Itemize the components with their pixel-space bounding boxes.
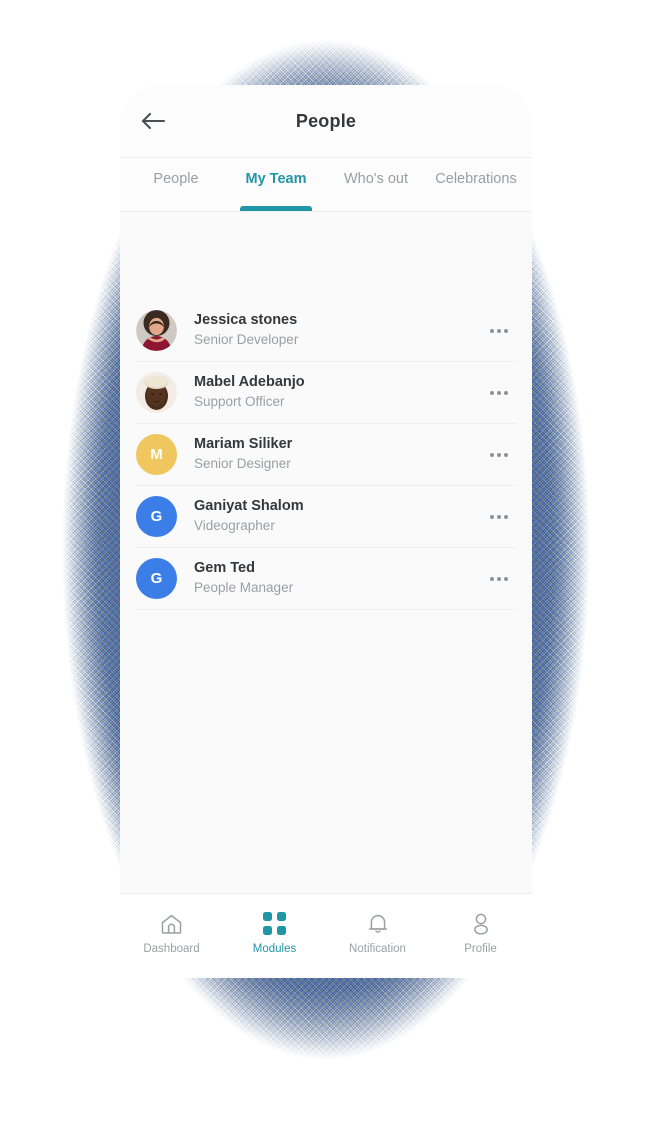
person-info: Gem Ted People Manager xyxy=(194,559,482,597)
table-row[interactable]: G Gem Ted People Manager xyxy=(135,548,517,610)
tab-bar: People My Team Who's out Celebrations xyxy=(120,158,532,212)
tab-my-team[interactable]: My Team xyxy=(226,158,326,211)
more-options-icon[interactable] xyxy=(482,314,516,348)
person-info: Jessica stones Senior Developer xyxy=(194,311,482,349)
person-role: Support Officer xyxy=(194,393,285,409)
more-options-icon[interactable] xyxy=(482,500,516,534)
tab-whos-out[interactable]: Who's out xyxy=(326,158,426,211)
avatar-initial: G xyxy=(150,570,163,587)
table-row[interactable]: G Ganiyat Shalom Videographer xyxy=(135,486,517,548)
bell-icon xyxy=(367,912,389,936)
tab-label: My Team xyxy=(245,171,307,187)
back-button[interactable] xyxy=(132,100,174,142)
people-list: Jessica stones Senior Developer Mabel Ad… xyxy=(120,212,532,893)
more-options-icon[interactable] xyxy=(482,438,516,472)
more-options-icon[interactable] xyxy=(482,562,516,596)
table-row[interactable]: Mabel Adebanjo Support Officer xyxy=(135,362,517,424)
person-name: Mabel Adebanjo xyxy=(194,374,305,391)
tab-label: Who's out xyxy=(343,171,409,187)
nav-label: Dashboard xyxy=(143,942,200,955)
nav-label: Profile xyxy=(464,942,497,955)
nav-item-dashboard[interactable]: Dashboard xyxy=(120,912,223,955)
person-name: Ganiyat Shalom xyxy=(194,498,304,515)
phone-screen: People People My Team Who's out Celebrat… xyxy=(120,85,532,978)
person-name: Mariam Siliker xyxy=(194,436,293,453)
person-info: Mabel Adebanjo Support Officer xyxy=(194,373,482,411)
table-row[interactable]: Jessica stones Senior Developer xyxy=(135,300,517,362)
nav-label: Notification xyxy=(349,942,406,955)
avatar: G xyxy=(136,558,177,599)
avatar xyxy=(136,310,177,351)
person-info: Ganiyat Shalom Videographer xyxy=(194,497,482,535)
person-icon xyxy=(470,912,492,936)
grid-icon xyxy=(263,912,286,936)
nav-item-modules[interactable]: Modules xyxy=(223,912,326,955)
person-info: Mariam Siliker Senior Designer xyxy=(194,435,482,473)
avatar-initial: M xyxy=(150,446,163,463)
person-role: Senior Designer xyxy=(194,455,291,471)
avatar xyxy=(136,372,177,413)
more-options-icon[interactable] xyxy=(482,376,516,410)
tab-underline xyxy=(240,206,312,211)
tab-label: Celebrations xyxy=(435,171,517,187)
nav-item-profile[interactable]: Profile xyxy=(429,912,532,955)
nav-item-notification[interactable]: Notification xyxy=(326,912,429,955)
nav-label: Modules xyxy=(252,942,297,955)
arrow-left-icon xyxy=(140,111,166,131)
table-row[interactable]: M Mariam Siliker Senior Designer xyxy=(135,424,517,486)
avatar-initial: G xyxy=(150,508,163,525)
app-header: People xyxy=(120,85,532,158)
tab-label: People xyxy=(153,171,199,187)
person-role: Senior Developer xyxy=(194,331,299,347)
person-name: Gem Ted xyxy=(194,560,255,577)
person-role: People Manager xyxy=(194,579,294,595)
avatar: G xyxy=(136,496,177,537)
person-role: Videographer xyxy=(194,517,275,533)
person-name: Jessica stones xyxy=(194,312,298,329)
page-title: People xyxy=(295,110,357,131)
home-icon xyxy=(160,912,183,936)
avatar: M xyxy=(136,434,177,475)
tab-celebrations[interactable]: Celebrations xyxy=(426,158,526,211)
tab-people[interactable]: People xyxy=(126,158,226,211)
bottom-navigation: Dashboard Modules Notification Profile xyxy=(120,893,532,978)
